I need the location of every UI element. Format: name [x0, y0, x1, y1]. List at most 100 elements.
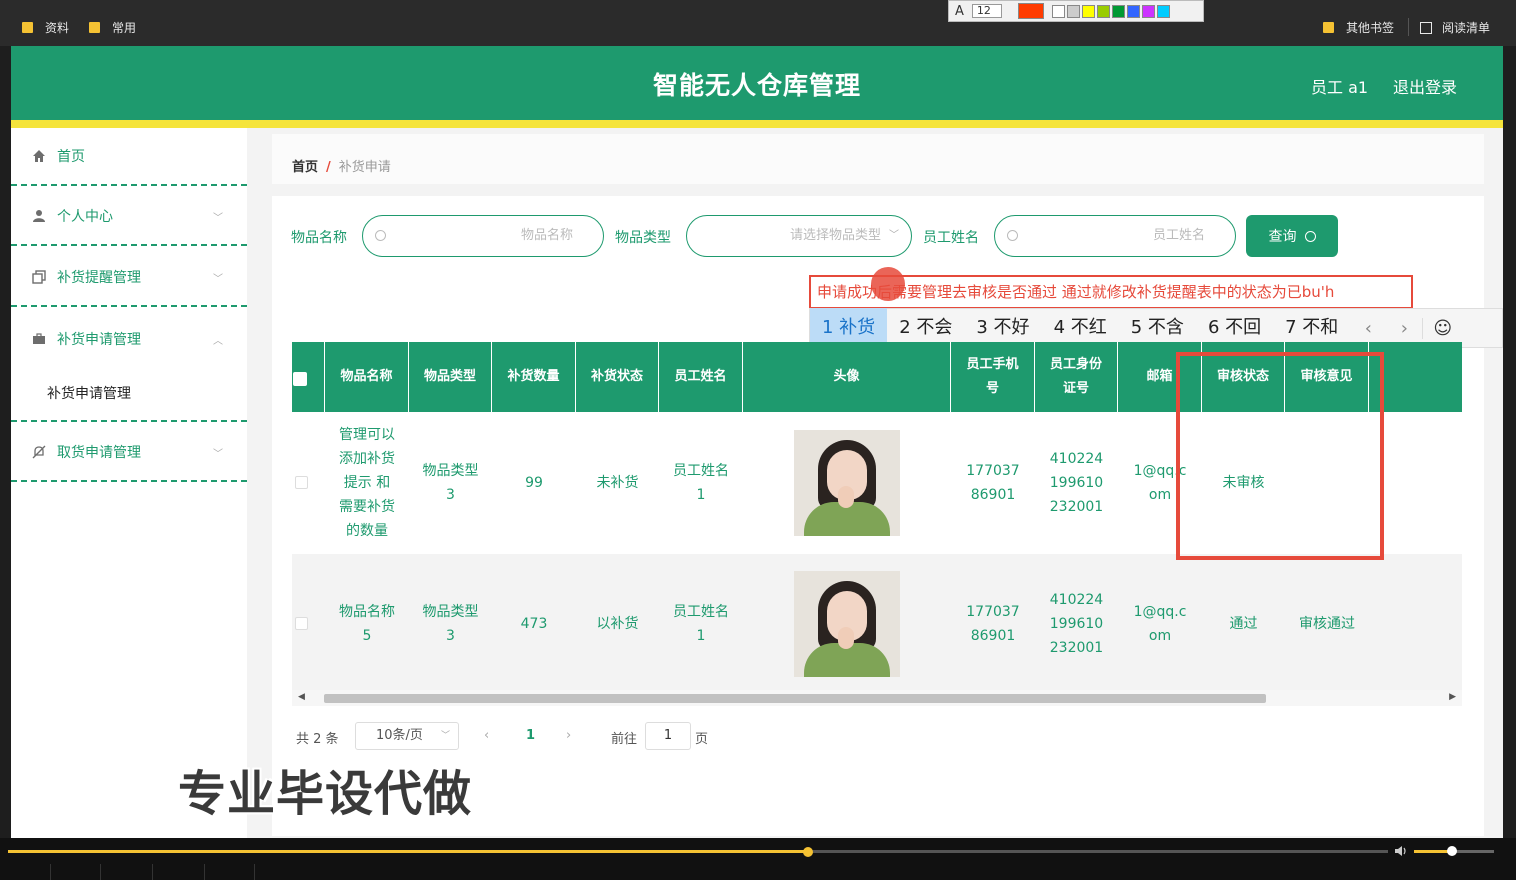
- cell-item-type: 物品类型3: [422, 603, 479, 644]
- color-swatch-selected[interactable]: [1017, 3, 1044, 19]
- cell-staff-name: 员工姓名1: [673, 462, 729, 503]
- chevron-down-icon: ﹀: [213, 448, 223, 460]
- query-button[interactable]: 查询: [1246, 215, 1338, 257]
- color-swatch[interactable]: [1051, 4, 1065, 18]
- color-swatch[interactable]: [1081, 4, 1095, 18]
- sidebar-item-home[interactable]: 首页: [11, 128, 247, 186]
- sidebar-item-restock-request[interactable]: 补货申请管理 ︿: [11, 310, 247, 368]
- video-progress-handle[interactable]: [803, 847, 814, 857]
- pagination: 共 2 条 10条/页 ﹀ ‹ 1 › 前往 1 页: [296, 722, 896, 752]
- copy-icon: [31, 269, 47, 285]
- column-header[interactable]: 补货数量: [492, 342, 576, 412]
- column-header[interactable]: 头像: [743, 342, 951, 412]
- search-icon: [375, 230, 386, 241]
- goto-label: 前往: [611, 732, 638, 747]
- home-icon: [31, 148, 47, 164]
- select-all-checkbox[interactable]: [292, 342, 325, 412]
- chevron-down-icon: ﹀: [440, 731, 450, 741]
- chevron-down-icon: ﹀: [213, 273, 223, 285]
- page-number[interactable]: 1: [526, 728, 535, 743]
- timeline-divider: [100, 864, 101, 880]
- timeline-divider: [50, 864, 51, 880]
- app-title: 智能无人仓库管理: [652, 71, 861, 100]
- emoji-icon[interactable]: ☺: [1422, 317, 1462, 339]
- color-swatch[interactable]: [1156, 4, 1170, 18]
- font-icon[interactable]: A: [955, 4, 964, 19]
- row-checkbox[interactable]: [292, 554, 325, 693]
- annotation-highlight-box: [1176, 352, 1384, 560]
- item-name-input[interactable]: 物品名称: [362, 215, 604, 257]
- reading-list-icon: [1420, 21, 1432, 34]
- breadcrumb: 首页 / 补货申请: [292, 156, 391, 175]
- bookmark-reading-list[interactable]: 阅读清单: [1420, 19, 1490, 36]
- column-header[interactable]: 物品名称: [325, 342, 409, 412]
- cell-quantity: 473: [520, 615, 548, 632]
- horizontal-scrollbar[interactable]: ◀ ▶: [292, 690, 1462, 706]
- cell-id-number: 410224199610232001: [1049, 591, 1104, 656]
- column-header[interactable]: 补货状态: [576, 342, 659, 412]
- filter-label-staff: 员工姓名: [923, 230, 979, 246]
- page-size-select[interactable]: 10条/页 ﹀: [355, 722, 459, 750]
- cell-id-number: 410224199610232001: [1049, 450, 1104, 515]
- avatar: [794, 429, 900, 536]
- cursor-highlight: [871, 267, 905, 301]
- total-count: 共 2 条: [296, 732, 339, 747]
- volume-icon[interactable]: [1394, 844, 1408, 858]
- cell-quantity: 99: [525, 474, 543, 491]
- sidebar-subitem-restock-request[interactable]: 补货申请管理: [11, 368, 247, 422]
- color-swatch[interactable]: [1141, 4, 1155, 18]
- user-icon: [31, 208, 47, 224]
- app-window: 智能无人仓库管理 员工 a1 退出登录 首页 个人中心 ﹀ 补货提醒管理 ﹀ 补…: [11, 46, 1503, 838]
- bookmark-changyong[interactable]: 常用: [89, 19, 136, 36]
- column-header[interactable]: 物品类型: [409, 342, 492, 412]
- cell-restock-status: 未补货: [596, 474, 639, 491]
- scrollbar-thumb[interactable]: [324, 694, 1266, 703]
- cell-avatar: [743, 554, 951, 693]
- volume-handle[interactable]: [1447, 846, 1458, 856]
- filter-label-type: 物品类型: [615, 230, 671, 246]
- column-header[interactable]: 员工手机号: [951, 342, 1035, 412]
- column-header[interactable]: 员工姓名: [659, 342, 743, 412]
- filter-label-name: 物品名称: [291, 230, 347, 246]
- timeline-divider: [152, 864, 153, 880]
- bookmark-other[interactable]: 其他书签: [1323, 19, 1394, 36]
- color-swatch[interactable]: [1111, 4, 1125, 18]
- video-progress-track[interactable]: [8, 850, 1388, 853]
- next-page-button[interactable]: ›: [566, 728, 571, 743]
- cell-review-status: 通过: [1229, 615, 1258, 632]
- prev-page-button[interactable]: ‹: [484, 728, 489, 743]
- goto-unit-label: 页: [695, 732, 709, 747]
- table-row[interactable]: 物品名称5 物品类型3 473 以补货 员工姓名1 17703786901 41…: [292, 554, 1462, 693]
- item-type-select[interactable]: 请选择物品类型 ﹀: [686, 215, 912, 257]
- video-progress-fill: [8, 850, 809, 853]
- color-swatch[interactable]: [1096, 4, 1110, 18]
- bookmark-bar: 资料 常用 其他书签 阅读清单: [0, 0, 1516, 46]
- scroll-left-icon[interactable]: ◀: [298, 692, 305, 702]
- logout-link[interactable]: 退出登录: [1393, 74, 1457, 98]
- chevron-up-icon: ︿: [213, 335, 223, 347]
- drawing-toolbar: A 12: [948, 0, 1204, 22]
- folder-icon: [1323, 22, 1334, 33]
- color-swatch[interactable]: [1126, 4, 1140, 18]
- folder-icon: [22, 22, 33, 33]
- chevron-down-icon: ﹀: [889, 230, 899, 241]
- sidebar-item-profile[interactable]: 个人中心 ﹀: [11, 188, 247, 246]
- staff-name-input[interactable]: 员工姓名: [994, 215, 1236, 257]
- bookmark-ziliao[interactable]: 资料: [22, 19, 69, 36]
- folder-icon: [89, 22, 100, 33]
- chevron-left-icon[interactable]: ‹: [1350, 318, 1386, 339]
- row-checkbox[interactable]: [292, 413, 325, 552]
- chevron-right-icon[interactable]: ›: [1386, 318, 1422, 339]
- font-size-select[interactable]: 12: [971, 4, 1002, 18]
- sidebar-item-pickup-request[interactable]: 取货申请管理 ﹀: [11, 424, 247, 482]
- cell-phone: 17703786901: [966, 603, 1020, 644]
- breadcrumb-home[interactable]: 首页: [292, 160, 318, 175]
- color-swatch[interactable]: [1066, 4, 1080, 18]
- breadcrumb-current: 补货申请: [338, 160, 391, 175]
- sidebar-item-restock-reminder[interactable]: 补货提醒管理 ﹀: [11, 249, 247, 307]
- timeline-divider: [254, 864, 255, 880]
- column-header[interactable]: 员工身份证号: [1035, 342, 1118, 412]
- scroll-right-icon[interactable]: ▶: [1449, 692, 1456, 702]
- cell-email: 1@qq.com: [1133, 603, 1187, 644]
- goto-page-input[interactable]: 1: [645, 722, 691, 750]
